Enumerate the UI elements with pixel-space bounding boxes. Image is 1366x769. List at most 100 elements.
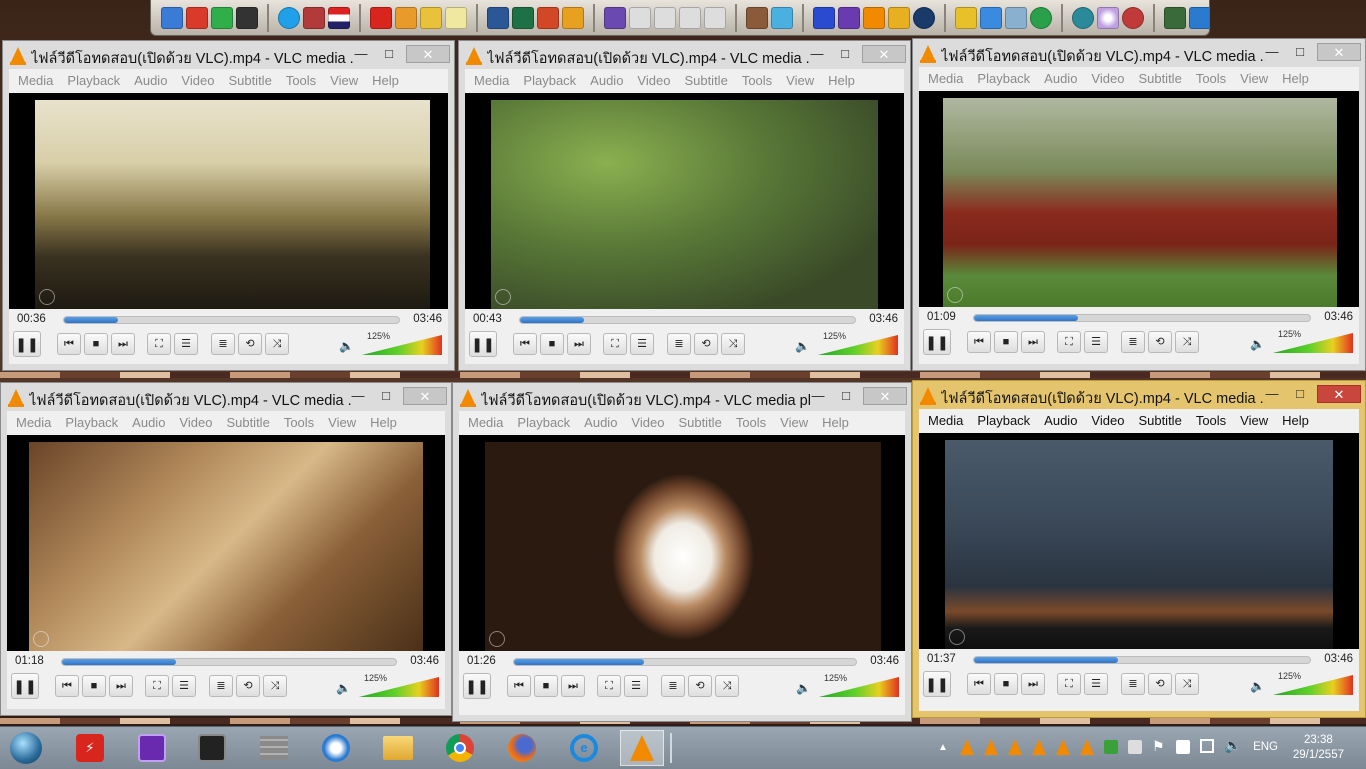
menu-view[interactable]: View <box>773 411 815 435</box>
shuffle-button[interactable]: ⤨ <box>721 333 745 355</box>
playlist-button[interactable]: ≣ <box>209 675 233 697</box>
fullscreen-button[interactable]: ⛶ <box>1057 331 1081 353</box>
playlist-button[interactable]: ≣ <box>661 675 685 697</box>
outlook-icon[interactable] <box>562 6 584 29</box>
title-bar[interactable]: ไฟล์วีดีโอทดสอบ(เปิดด้วย VLC).mp4 - VLC … <box>913 39 1365 67</box>
menu-help[interactable]: Help <box>1275 409 1316 433</box>
app-icon[interactable] <box>1122 6 1144 29</box>
tray-vlc-icon[interactable] <box>1080 739 1094 755</box>
seek-bar[interactable] <box>519 316 856 324</box>
stop-button[interactable]: ■ <box>84 333 108 355</box>
fullscreen-button[interactable]: ⛶ <box>1057 673 1081 695</box>
pause-button[interactable]: ❚❚ <box>13 331 41 357</box>
chrome-icon[interactable] <box>438 730 482 766</box>
maximize-button[interactable]: □ <box>1287 385 1313 403</box>
app-icon[interactable] <box>604 6 626 29</box>
drive-icon[interactable] <box>629 6 651 29</box>
playlist-button[interactable]: ≣ <box>211 333 235 355</box>
loop-button[interactable]: ⟲ <box>1148 673 1172 695</box>
menu-video[interactable]: Video <box>1084 67 1131 91</box>
menu-audio[interactable]: Audio <box>127 69 174 93</box>
previous-button[interactable]: ⏮ <box>57 333 81 355</box>
next-button[interactable]: ⏭ <box>567 333 591 355</box>
menu-view[interactable]: View <box>1233 409 1275 433</box>
seek-bar[interactable] <box>973 656 1311 664</box>
menu-video[interactable]: Video <box>1084 409 1131 433</box>
drive-icon[interactable] <box>704 6 726 29</box>
menu-subtitle[interactable]: Subtitle <box>1131 67 1188 91</box>
menu-audio[interactable]: Audio <box>1037 67 1084 91</box>
menu-view[interactable]: View <box>779 69 821 93</box>
maximize-button[interactable]: □ <box>373 387 399 405</box>
internet-explorer-icon[interactable]: e <box>562 730 606 766</box>
pause-button[interactable]: ❚❚ <box>469 331 497 357</box>
network-status-icon[interactable] <box>1104 740 1118 754</box>
menu-help[interactable]: Help <box>365 69 406 93</box>
app-icon[interactable] <box>746 6 768 29</box>
playlist-button[interactable]: ≣ <box>1121 673 1145 695</box>
system-clock[interactable]: 23:38 29/1/2557 <box>1293 733 1344 763</box>
media-icon[interactable] <box>813 6 835 29</box>
next-button[interactable]: ⏭ <box>109 675 133 697</box>
menu-playback[interactable]: Playback <box>510 411 577 435</box>
menu-subtitle[interactable]: Subtitle <box>221 69 278 93</box>
vlc-window[interactable]: ไฟล์วีดีโอทดสอบ(เปิดด้วย VLC).mp4 - VLC … <box>458 40 911 371</box>
app-icon[interactable] <box>420 6 442 29</box>
next-button[interactable]: ⏭ <box>111 333 135 355</box>
video-area[interactable] <box>9 93 448 309</box>
title-bar[interactable]: ไฟล์วีดีโอทดสอบ(เปิดด้วย VLC).mp4 - VLC … <box>913 381 1365 409</box>
menu-media[interactable]: Media <box>461 411 510 435</box>
player-icon[interactable] <box>913 6 935 29</box>
excel-icon[interactable] <box>512 6 534 29</box>
app-icon[interactable] <box>980 6 1002 29</box>
minimize-button[interactable]: — <box>1259 385 1285 403</box>
app-icon[interactable] <box>395 6 417 29</box>
title-bar[interactable]: ไฟล์วีดีโอทดสอบ(เปิดด้วย VLC).mp4 - VLC … <box>453 383 911 411</box>
previous-button[interactable]: ⏮ <box>967 673 991 695</box>
vlc-window[interactable]: ไฟล์วีดีโอทดสอบ(เปิดด้วย VLC).mp4 - VLC … <box>0 382 452 716</box>
visual-studio-icon[interactable] <box>838 6 860 29</box>
stop-button[interactable]: ■ <box>540 333 564 355</box>
maximize-button[interactable]: □ <box>376 45 402 63</box>
extended-settings-button[interactable]: ☰ <box>1084 331 1108 353</box>
menu-tools[interactable]: Tools <box>279 69 323 93</box>
menu-tools[interactable]: Tools <box>729 411 773 435</box>
close-button[interactable]: ✕ <box>403 387 447 405</box>
menu-subtitle[interactable]: Subtitle <box>671 411 728 435</box>
close-button[interactable]: ✕ <box>406 45 450 63</box>
loop-button[interactable]: ⟲ <box>688 675 712 697</box>
app-icon[interactable] <box>236 6 258 29</box>
video-area[interactable] <box>919 91 1359 307</box>
stop-button[interactable]: ■ <box>534 675 558 697</box>
access-icon[interactable] <box>303 6 325 29</box>
seek-bar[interactable] <box>973 314 1311 322</box>
shuffle-button[interactable]: ⤨ <box>715 675 739 697</box>
shuffle-button[interactable]: ⤨ <box>265 333 289 355</box>
fullscreen-button[interactable]: ⛶ <box>597 675 621 697</box>
extended-settings-button[interactable]: ☰ <box>624 675 648 697</box>
menu-video[interactable]: Video <box>624 411 671 435</box>
pause-button[interactable]: ❚❚ <box>463 673 491 699</box>
playlist-button[interactable]: ≣ <box>667 333 691 355</box>
previous-button[interactable]: ⏮ <box>967 331 991 353</box>
maximize-button[interactable]: □ <box>1287 43 1313 61</box>
close-button[interactable]: ✕ <box>1317 43 1361 61</box>
flash-app-icon[interactable]: ⚡ <box>68 730 112 766</box>
pdf-icon[interactable] <box>370 6 392 29</box>
menu-video[interactable]: Video <box>174 69 221 93</box>
menu-subtitle[interactable]: Subtitle <box>219 411 276 435</box>
show-hidden-icons-icon[interactable]: ▲ <box>938 742 948 753</box>
menu-help[interactable]: Help <box>363 411 404 435</box>
menu-playback[interactable]: Playback <box>58 411 125 435</box>
app-icon[interactable] <box>1030 6 1052 29</box>
menu-media[interactable]: Media <box>9 411 58 435</box>
menu-tools[interactable]: Tools <box>1189 67 1233 91</box>
tray-vlc-icon[interactable] <box>984 739 998 755</box>
fullscreen-button[interactable]: ⛶ <box>147 333 171 355</box>
shuffle-button[interactable]: ⤨ <box>263 675 287 697</box>
minimize-button[interactable]: — <box>1259 43 1285 61</box>
speaker-icon[interactable]: 🔈 <box>1250 679 1265 693</box>
app-icon[interactable] <box>1164 6 1186 29</box>
playlist-button[interactable]: ≣ <box>1121 331 1145 353</box>
vlc-icon[interactable] <box>863 6 885 29</box>
